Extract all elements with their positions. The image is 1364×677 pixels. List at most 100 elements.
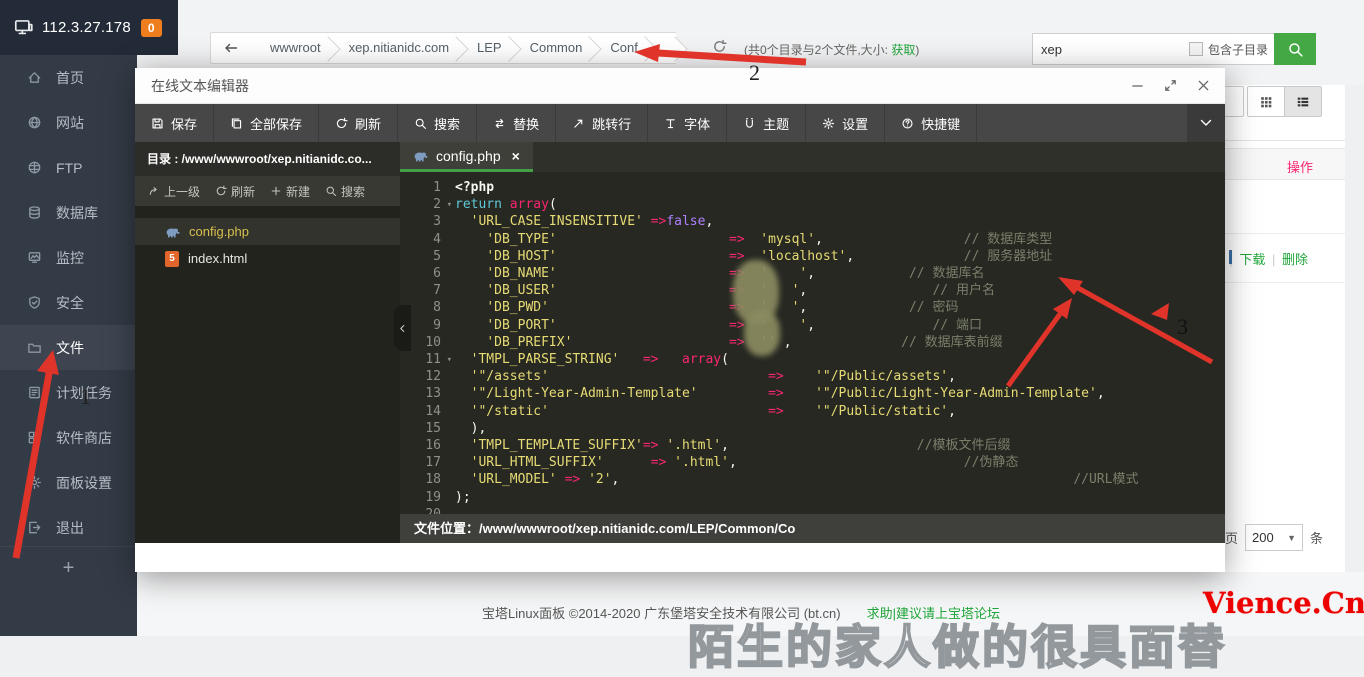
search-input[interactable]: [1033, 42, 1189, 57]
fold-caret-icon[interactable]: ▾: [447, 352, 452, 369]
page-size-select[interactable]: 200▼: [1245, 524, 1303, 551]
tree-toolbar-搜索-button[interactable]: 搜索: [325, 183, 365, 200]
line-number[interactable]: 12: [400, 368, 455, 385]
grid-icon: [1259, 95, 1273, 109]
tree-directory-label: 目录 : /www/wwwroot/xep.nitianidc.co...: [135, 142, 400, 176]
server-header[interactable]: 112.3.27.178 0: [0, 0, 178, 55]
tree-toolbar-label: 搜索: [341, 183, 365, 200]
tree-toolbar-上一级-button[interactable]: 上一级: [148, 183, 200, 200]
editor-toolbar-搜索-button[interactable]: 搜索: [398, 104, 477, 142]
stats-size-link[interactable]: 获取: [891, 43, 915, 57]
sidebar-item-面板设置[interactable]: 面板设置: [0, 460, 137, 505]
shield-icon: [27, 295, 43, 310]
code-text: 'URL_HTML_SUFFIX' => '.html', //伪静态: [455, 454, 1018, 471]
tab-close-icon[interactable]: ×: [512, 148, 520, 164]
code-text: );: [455, 489, 471, 506]
editor-toolbar-设置-button[interactable]: 设置: [806, 104, 885, 142]
line-number[interactable]: 20: [400, 506, 455, 514]
include-subdir-label: 包含子目录: [1208, 41, 1268, 58]
maximize-button[interactable]: [1162, 78, 1178, 94]
message-badge[interactable]: 0: [141, 19, 162, 37]
sidebar-item-软件商店[interactable]: 软件商店: [0, 415, 137, 460]
toolbar-expand-button[interactable]: [1187, 104, 1225, 142]
line-number[interactable]: 2▾: [400, 196, 455, 213]
line-number[interactable]: 3: [400, 213, 455, 230]
code-text: return array(: [455, 196, 557, 213]
sidebar-item-数据库[interactable]: 数据库: [0, 190, 137, 235]
line-number[interactable]: 15: [400, 420, 455, 437]
editor-toolbar-主题-button[interactable]: 主题: [727, 104, 806, 142]
code-text: 'DB_PORT' => ' ', // 端口: [455, 317, 982, 334]
sidebar-item-label: 退出: [56, 518, 84, 538]
code-line: 8 'DB_PWD' => ' ', // 密码: [400, 299, 1225, 316]
line-number[interactable]: 5: [400, 248, 455, 265]
editor-toolbar-替换-button[interactable]: 替换: [477, 104, 556, 142]
tab-config-php[interactable]: config.php ×: [400, 142, 533, 172]
file-item-config.php[interactable]: config.php: [135, 218, 400, 245]
code-text: <?php: [455, 179, 494, 196]
sidebar-item-label: 监控: [56, 248, 84, 268]
code-line: 16 'TMPL_TEMPLATE_SUFFIX'=> '.html', //模…: [400, 437, 1225, 454]
editor-toolbar-全部保存-button[interactable]: 全部保存: [214, 104, 319, 142]
grid-view-button[interactable]: [1247, 86, 1285, 117]
html-file-icon: 5: [165, 251, 179, 267]
code-text: 'TMPL_TEMPLATE_SUFFIX'=> '.html', //模板文件…: [455, 437, 1010, 454]
editor-toolbar-字体-button[interactable]: 字体: [648, 104, 727, 142]
line-number[interactable]: 11▾: [400, 351, 455, 368]
sidebar: 首页网站FTP数据库监控安全文件计划任务软件商店面板设置退出 +: [0, 0, 137, 636]
fold-caret-icon[interactable]: ▾: [447, 197, 452, 214]
include-subdir-checkbox[interactable]: [1189, 42, 1203, 56]
file-item-index.html[interactable]: 5 index.html: [135, 245, 400, 272]
code-line: 14 '"/static' => '"/Public/static',: [400, 403, 1225, 420]
breadcrumb-segment[interactable]: wwwroot: [250, 32, 329, 64]
row-action-下载[interactable]: 下载: [1239, 252, 1265, 267]
search-button[interactable]: [1274, 33, 1316, 65]
line-number[interactable]: 16: [400, 437, 455, 454]
editor-toolbar-保存-button[interactable]: 保存: [135, 104, 214, 142]
line-number[interactable]: 4: [400, 231, 455, 248]
line-number[interactable]: 13: [400, 385, 455, 402]
line-number[interactable]: 19: [400, 489, 455, 506]
tree-collapse-handle[interactable]: [394, 305, 411, 351]
sidebar-item-label: 计划任务: [56, 383, 112, 403]
file-name: index.html: [188, 251, 247, 266]
line-number[interactable]: 7: [400, 282, 455, 299]
editor-toolbar-快捷键-button[interactable]: 快捷键: [885, 104, 977, 142]
line-number[interactable]: 1: [400, 179, 455, 196]
sidebar-item-安全[interactable]: 安全: [0, 280, 137, 325]
line-number[interactable]: 17: [400, 454, 455, 471]
tree-toolbar-新建-button[interactable]: 新建: [270, 183, 310, 200]
sidebar-item-FTP[interactable]: FTP: [0, 145, 137, 190]
code-text: 'DB_PREFIX' => '' , // 数据库表前缀: [455, 334, 1003, 351]
row-action-删除[interactable]: 删除: [1282, 252, 1308, 267]
code-text: 'DB_TYPE' => 'mysql', // 数据库类型: [455, 231, 1052, 248]
breadcrumb-segment[interactable]: xep.nitianidc.com: [329, 32, 457, 64]
back-arrow-icon: [223, 40, 239, 56]
editor-toolbar-刷新-button[interactable]: 刷新: [319, 104, 398, 142]
close-icon: [1196, 78, 1211, 93]
list-view-button[interactable]: [1284, 86, 1322, 117]
sidebar-add-button[interactable]: +: [0, 546, 137, 580]
toolbar-button-label: 全部保存: [250, 114, 302, 133]
code-line: 5 'DB_HOST' => 'localhost', // 服务器地址: [400, 248, 1225, 265]
close-button[interactable]: [1195, 78, 1211, 94]
code-area[interactable]: 1<?php2▾return array(3 'URL_CASE_INSENSI…: [400, 172, 1225, 514]
refresh-icon[interactable]: [712, 39, 727, 54]
sidebar-item-退出[interactable]: 退出: [0, 505, 137, 550]
sidebar-item-首页[interactable]: 首页: [0, 55, 137, 100]
tree-toolbar-刷新-button[interactable]: 刷新: [215, 183, 255, 200]
code-line: 3 'URL_CASE_INSENSITIVE' =>false,: [400, 213, 1225, 230]
sidebar-item-网站[interactable]: 网站: [0, 100, 137, 145]
sidebar-item-监控[interactable]: 监控: [0, 235, 137, 280]
minimize-button[interactable]: [1129, 78, 1145, 94]
line-number[interactable]: 6: [400, 265, 455, 282]
editor-toolbar-跳转行-button[interactable]: 跳转行: [556, 104, 648, 142]
toolbar-button-label: 刷新: [355, 114, 381, 133]
sidebar-item-计划任务[interactable]: 计划任务: [0, 370, 137, 415]
line-number[interactable]: 18: [400, 471, 455, 488]
line-number[interactable]: 14: [400, 403, 455, 420]
sidebar-item-文件[interactable]: 文件: [0, 325, 137, 370]
code-line: 1<?php: [400, 179, 1225, 196]
breadcrumb-back-button[interactable]: [210, 32, 250, 64]
forum-link[interactable]: 求助|建议请上宝塔论坛: [867, 606, 1000, 621]
